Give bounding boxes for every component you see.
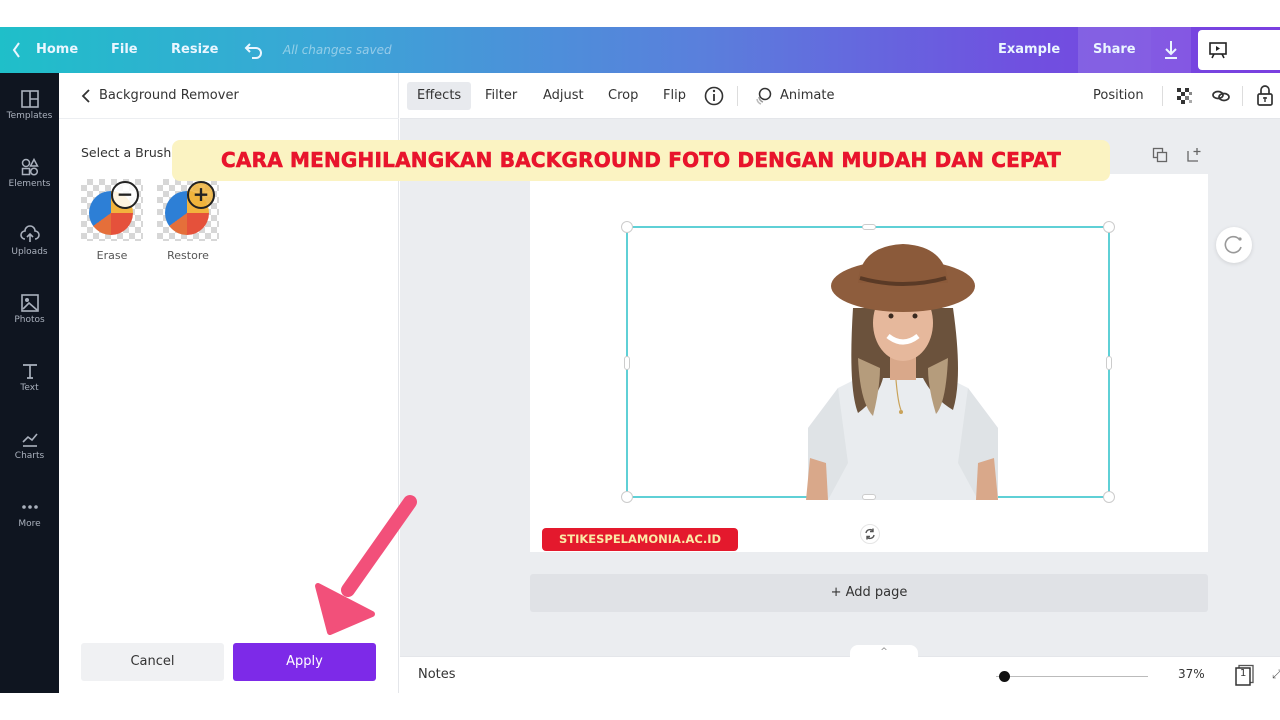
undo-icon[interactable] [244, 27, 264, 73]
refresh-button[interactable] [1216, 227, 1252, 263]
refresh-icon [1224, 235, 1242, 254]
collapse-notes-toggle[interactable]: ^ [850, 645, 918, 659]
resize-menu[interactable]: Resize [171, 27, 218, 73]
zoom-level[interactable]: 37% [1178, 667, 1205, 681]
transparency-icon[interactable] [1170, 82, 1200, 110]
animate-button[interactable]: Animate [744, 82, 844, 110]
add-page-button[interactable]: + Add page [530, 574, 1208, 612]
resize-handle-bottom-right[interactable] [1103, 491, 1115, 503]
rail-item-uploads[interactable]: Uploads [0, 225, 59, 257]
headline-banner: CARA MENGHILANGKAN BACKGROUND FOTO DENGA… [172, 140, 1110, 181]
rail-label: Uploads [11, 247, 48, 257]
add-page-icon[interactable] [1186, 147, 1202, 163]
back-chevron-icon[interactable] [12, 27, 22, 73]
rail-item-elements[interactable]: Elements [0, 157, 59, 189]
crop-button[interactable]: Crop [598, 82, 648, 110]
link-icon[interactable] [1205, 82, 1237, 110]
filter-button[interactable]: Filter [475, 82, 527, 110]
woman-photo[interactable] [798, 238, 1008, 500]
editor-footer: ^ Notes 37% 1 ⤢ [400, 645, 1280, 693]
rail-item-more[interactable]: More [0, 497, 59, 529]
erase-label: Erase [96, 249, 128, 262]
watermark-badge: STIKESPELAMONIA.AC.ID [542, 528, 738, 551]
flip-button[interactable]: Flip [653, 82, 696, 110]
select-brush-label: Select a Brush [81, 145, 172, 160]
image-selection[interactable] [621, 221, 1115, 503]
file-menu[interactable]: File [111, 27, 138, 73]
photos-icon [20, 294, 39, 312]
rotate-icon[interactable] [860, 524, 880, 544]
zoom-slider[interactable] [996, 676, 1148, 677]
rail-item-photos[interactable]: Photos [0, 293, 59, 325]
present-icon [1209, 41, 1227, 58]
image-toolbar: Effects Filter Adjust Crop Flip Animate … [400, 73, 1280, 119]
more-icon [21, 505, 38, 509]
save-status: All changes saved [283, 43, 392, 57]
screen: Home File Resize All changes saved Examp… [0, 0, 1280, 720]
fullscreen-icon[interactable]: ⤢ [1272, 667, 1280, 682]
design-page[interactable] [530, 174, 1208, 552]
effects-button[interactable]: Effects [407, 82, 472, 110]
present-button[interactable]: Present [1198, 30, 1280, 97]
cancel-button[interactable]: Cancel [81, 643, 224, 681]
top-bar: Home File Resize All changes saved Examp… [0, 27, 1280, 73]
text-icon [22, 364, 37, 379]
resize-handle-top-left[interactable] [621, 221, 633, 233]
toolbar-divider [737, 86, 738, 106]
rail-item-templates[interactable]: Templates [0, 89, 59, 121]
position-button[interactable]: Position [1083, 82, 1154, 110]
resize-handle-left[interactable] [624, 356, 630, 370]
apply-button[interactable]: Apply [233, 643, 376, 681]
resize-handle-top[interactable] [862, 224, 876, 230]
notes-button[interactable]: Notes [418, 667, 456, 682]
adjust-button[interactable]: Adjust [533, 82, 594, 110]
lock-icon[interactable] [1250, 82, 1280, 110]
animate-label: Animate [780, 88, 835, 103]
design-name[interactable]: Example [998, 27, 1060, 73]
resize-handle-bottom-left[interactable] [621, 491, 633, 503]
resize-handle-right[interactable] [1106, 356, 1112, 370]
rail-item-text[interactable]: Text [0, 361, 59, 393]
charts-icon [21, 433, 38, 447]
minus-icon: − [111, 181, 139, 209]
zoom-slider-knob[interactable] [999, 671, 1011, 682]
panel-title: Background Remover [99, 88, 239, 103]
templates-icon [20, 90, 39, 108]
restore-brush[interactable]: + [157, 179, 219, 241]
rail-label: Templates [6, 111, 53, 121]
rail-label: Charts [14, 451, 45, 461]
panel-header: Background Remover [59, 73, 399, 119]
page-count-button[interactable]: 1 [1234, 664, 1256, 690]
rail-label: Text [20, 383, 39, 393]
duplicate-page-icon[interactable] [1152, 147, 1168, 163]
elements-icon [21, 157, 39, 176]
plus-icon: + [187, 181, 215, 209]
rail-label: More [18, 519, 41, 529]
share-button[interactable]: Share [1078, 27, 1151, 73]
left-rail: Templates Elements Uploads Photos Text C… [0, 73, 59, 693]
resize-handle-bottom[interactable] [862, 494, 876, 500]
erase-brush[interactable]: − [81, 179, 143, 241]
resize-handle-top-right[interactable] [1103, 221, 1115, 233]
page-count: 1 [1240, 668, 1247, 679]
back-chevron-icon[interactable] [81, 88, 91, 104]
download-icon[interactable] [1151, 27, 1191, 73]
rail-item-charts[interactable]: Charts [0, 429, 59, 461]
toolbar-divider [1242, 86, 1243, 106]
pointer-arrow-icon [315, 495, 417, 635]
rail-label: Elements [8, 179, 51, 189]
restore-label: Restore [167, 249, 209, 262]
animate-icon [756, 87, 772, 105]
toolbar-divider [1162, 86, 1163, 106]
home-link[interactable]: Home [36, 27, 78, 73]
rail-label: Photos [14, 315, 45, 325]
info-icon[interactable] [700, 82, 728, 110]
uploads-icon [19, 225, 40, 242]
